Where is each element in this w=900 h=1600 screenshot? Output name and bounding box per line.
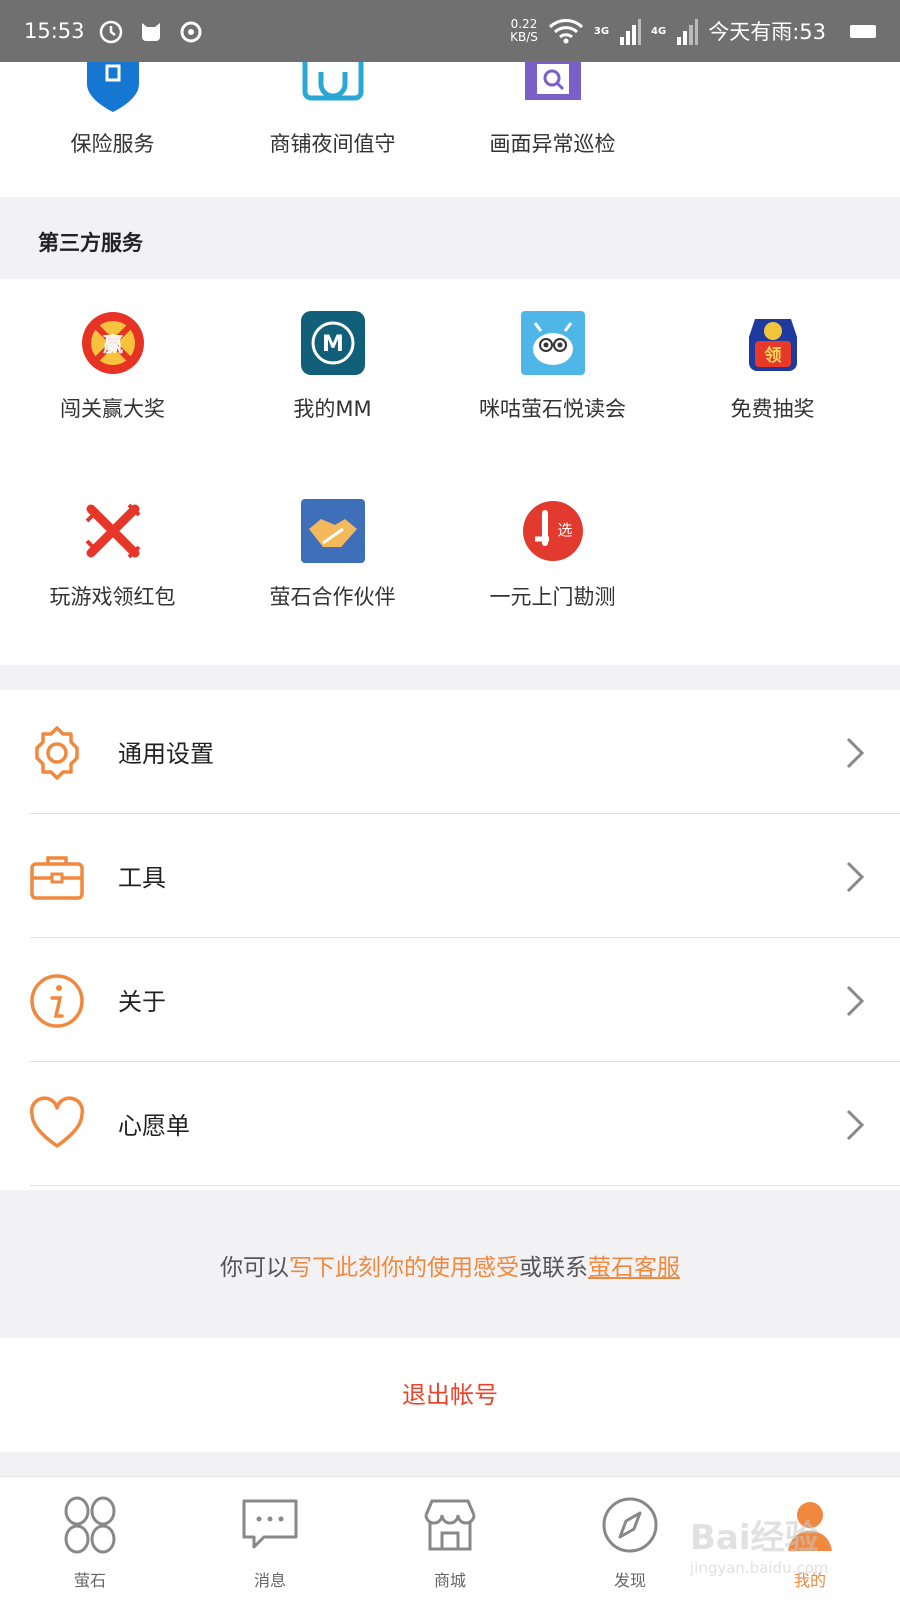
insurance-shield-icon — [79, 62, 147, 114]
message-icon — [242, 1499, 298, 1549]
top-services-grid: 保险服务 商铺夜间值守 画面异常巡检 — [0, 62, 900, 197]
section-header: 第三方服务 — [0, 197, 900, 279]
network-4g-label: 4G — [651, 25, 667, 37]
chevron-right-icon — [846, 861, 865, 893]
svg-text:选: 选 — [557, 521, 572, 539]
network-speed: 0.22 KB/S — [510, 17, 538, 44]
service-reading[interactable]: 咪咕萤石悦读会 — [440, 311, 665, 423]
weather-text: 今天有雨:53 — [708, 20, 826, 44]
weibo-icon — [180, 21, 202, 43]
svg-text:M: M — [322, 332, 344, 357]
chevron-right-icon — [846, 737, 865, 769]
service-my-mm[interactable]: M 我的MM — [220, 311, 445, 423]
shop-guard-icon — [299, 62, 367, 114]
feedback-prompt: 你可以写下此刻你的使用感受或联系萤石客服 — [0, 1190, 900, 1338]
signal-icon — [677, 19, 699, 45]
section-title: 第三方服务 — [38, 231, 143, 255]
network-3g-label: 3G — [593, 25, 610, 37]
service-partner[interactable]: 萤石合作伙伴 — [220, 499, 445, 611]
service-lucky-draw[interactable]: 领 免费抽奖 — [660, 311, 885, 423]
tab-ezviz[interactable]: 萤石 — [0, 1495, 180, 1591]
video-inspection-icon — [519, 62, 587, 114]
alarm-icon — [99, 20, 122, 44]
wifi-icon — [548, 19, 583, 44]
customer-service-link[interactable]: 萤石客服 — [588, 1255, 680, 1281]
mm-app-icon: M — [300, 311, 365, 375]
logout-button[interactable]: 退出帐号 — [0, 1338, 900, 1452]
battery-icon — [850, 24, 876, 38]
chevron-right-icon — [846, 1109, 865, 1141]
service-shop-guard[interactable]: 商铺夜间值守 — [220, 62, 445, 158]
service-insurance[interactable]: 保险服务 — [0, 62, 225, 158]
signal-icon — [620, 19, 642, 45]
status-bar: 15:53 0.22 KB/S 3G 4G 今天有雨:53 — [0, 0, 900, 62]
lucky-bag-icon: 领 — [741, 311, 805, 375]
menu-general-settings[interactable]: 通用设置 — [0, 690, 900, 814]
survey-select-icon: 选 — [521, 499, 585, 563]
heart-icon — [29, 1096, 85, 1148]
store-icon — [424, 1499, 476, 1551]
chevron-right-icon — [846, 985, 865, 1017]
reading-robot-icon — [520, 311, 585, 375]
baidu-watermark: Bai经验 jingyan.baidu.com — [690, 1518, 829, 1577]
notification-app-icon — [141, 23, 160, 41]
tab-store[interactable]: 商城 — [360, 1495, 540, 1591]
info-icon — [30, 974, 84, 1028]
tab-messages[interactable]: 消息 — [180, 1495, 360, 1591]
game-red-packet-icon — [81, 499, 145, 563]
gear-icon — [35, 726, 79, 780]
menu-about[interactable]: 关于 — [0, 938, 900, 1062]
service-video-inspection[interactable]: 画面异常巡检 — [440, 62, 665, 158]
prize-badge-icon: 赢 — [81, 311, 145, 375]
status-time: 15:53 — [24, 19, 85, 43]
service-survey[interactable]: 选 一元上门勘测 — [440, 499, 665, 611]
menu-wishlist[interactable]: 心愿单 — [0, 1062, 900, 1186]
ezviz-home-icon — [64, 1496, 116, 1554]
svg-text:赢: 赢 — [103, 332, 123, 356]
toolbox-icon — [30, 856, 84, 900]
menu-tools[interactable]: 工具 — [0, 814, 900, 938]
third-party-grid: 赢 闯关赢大奖 M 我的MM 咪咕萤石悦读会 领 免费抽奖 玩游戏领红包 萤石合… — [0, 279, 900, 665]
handshake-icon — [300, 499, 365, 563]
feedback-link[interactable]: 写下此刻你的使用感受 — [289, 1255, 519, 1281]
svg-text:领: 领 — [764, 345, 781, 366]
settings-menu: 通用设置 工具 关于 心愿单 — [0, 690, 900, 1190]
compass-icon — [602, 1497, 658, 1553]
service-game-red-packet[interactable]: 玩游戏领红包 — [0, 499, 225, 611]
service-prize[interactable]: 赢 闯关赢大奖 — [0, 311, 225, 423]
divider — [30, 1185, 900, 1186]
